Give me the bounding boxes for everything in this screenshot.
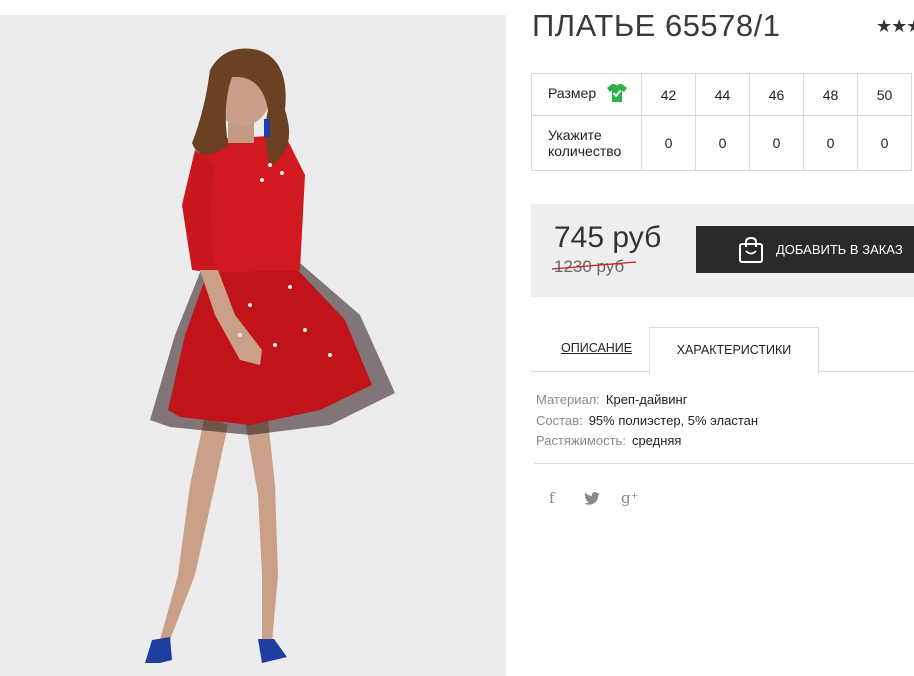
quantity-input-46[interactable]: 0 [749,115,804,171]
tab-characteristics[interactable]: ХАРАКТЕРИСТИКИ [649,327,819,374]
shopping-bag-icon [737,236,765,267]
spec-key: Состав: [536,412,583,428]
quantity-input-48[interactable]: 0 [803,115,858,171]
tab-description[interactable]: ОПИСАНИЕ [561,341,632,355]
current-price: 745 руб [554,221,662,254]
product-photo[interactable] [0,15,506,676]
size-label: Размер [548,85,597,102]
specs-divider [534,463,914,464]
dress-model-image [0,15,506,676]
quantity-label: Укажите количество [531,115,642,171]
size-48: 48 [803,73,858,116]
specs-list: Материал: Креп-дайвинг Состав: 95% полиэст… [536,390,758,452]
spec-value: Креп-дайвинг [605,392,688,407]
size-46: 46 [749,73,804,116]
size-44: 44 [695,73,750,116]
google-plus-icon[interactable]: g⁺ [621,489,639,507]
spec-row-composition: Состав: 95% полиэстер, 5% эластан [536,411,758,432]
spec-value: 95% полиэстер, 5% эластан [588,412,759,428]
product-title: ПЛАТЬЕ 65578/1 [532,8,781,43]
tshirt-check-icon[interactable] [606,83,628,106]
spec-row-material: Материал: Креп-дайвинг [536,390,758,411]
size-50: 50 [857,73,912,116]
spec-value: средняя [631,433,682,448]
spec-row-stretch: Растяжимость: средняя [536,431,758,452]
quantity-input-50[interactable]: 0 [857,115,912,171]
rating-stars[interactable]: ★★★★★ [876,16,914,36]
quantity-input-42[interactable]: 0 [641,115,696,171]
twitter-icon[interactable] [584,491,600,509]
size-quantity-table: Размер 42 44 46 48 50 Укажите количество… [531,73,912,171]
facebook-icon[interactable]: f [549,489,555,507]
size-row: Размер 42 44 46 48 50 [531,73,912,116]
quantity-row: Укажите количество 0 0 0 0 0 [531,115,912,171]
quantity-input-44[interactable]: 0 [695,115,750,171]
old-price: 1230 руб [552,257,636,277]
add-to-order-button[interactable]: ДОБАВИТЬ В ЗАКАЗ [696,226,914,273]
spec-key: Материал: [536,392,600,407]
add-to-order-label: ДОБАВИТЬ В ЗАКАЗ [776,242,903,257]
strikethrough-line [552,261,636,270]
spec-key: Растяжимость: [536,433,626,448]
price-box: 745 руб 1230 руб ДОБАВИТЬ В ЗАКАЗ [531,204,914,297]
size-42: 42 [641,73,696,116]
size-label-cell: Размер [531,73,642,116]
